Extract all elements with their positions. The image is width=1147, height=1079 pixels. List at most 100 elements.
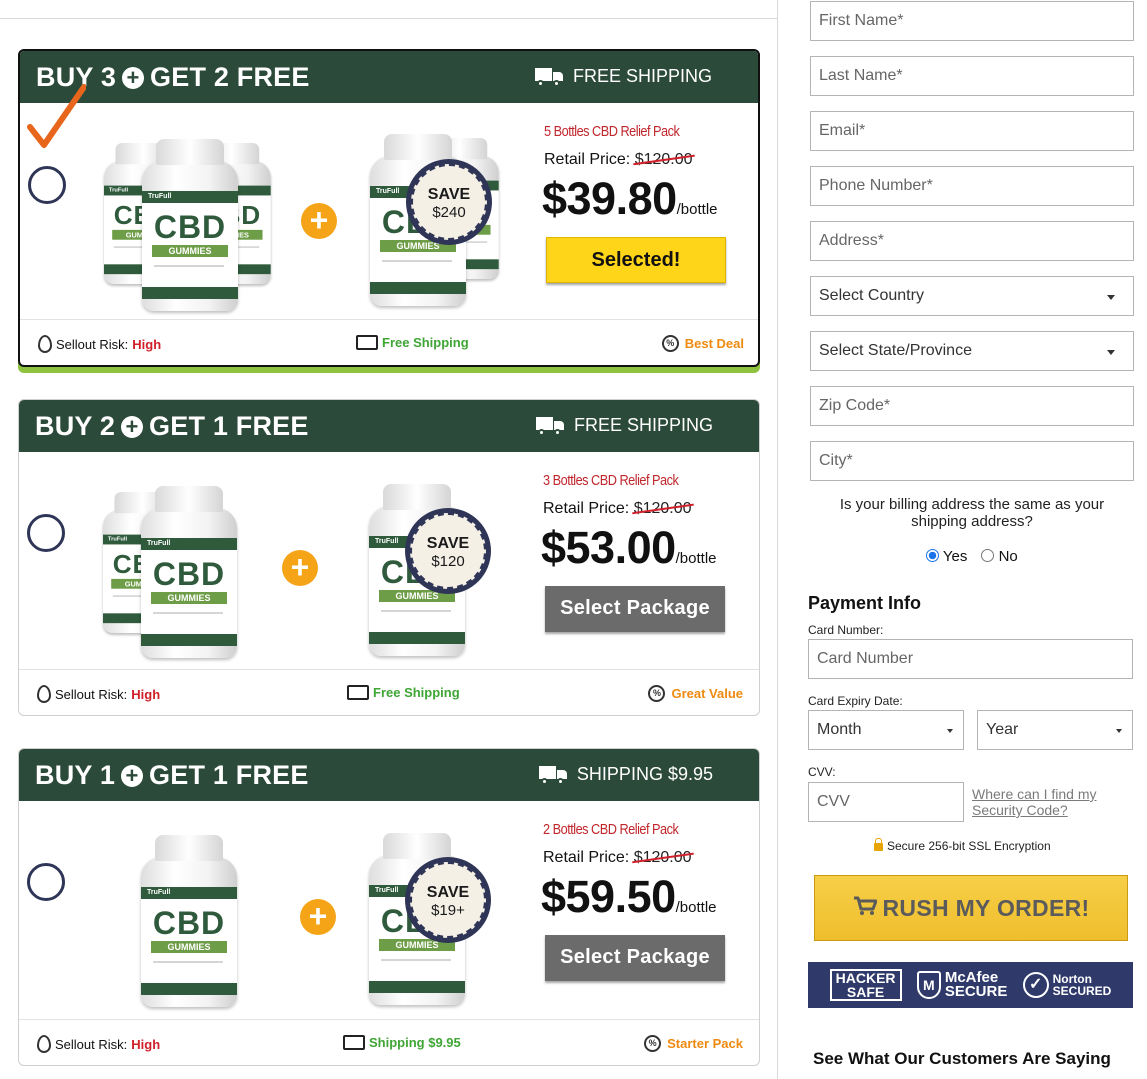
percent-icon: % (661, 335, 679, 352)
truck-icon (538, 765, 567, 785)
plus-orange-icon: + (301, 203, 337, 239)
country-select[interactable]: Select Country (810, 276, 1134, 316)
footer-tag: % Best Deal (661, 335, 744, 352)
checkmark-icon (27, 84, 86, 148)
radio-selected-icon[interactable] (926, 549, 939, 562)
card-number-label: Card Number: (808, 623, 884, 637)
package-column: BUY 3 + GET 2 FREE FREE SHIPPING TruFull… (0, 0, 778, 1079)
retail-price: Retail Price: $120.00 (544, 151, 693, 168)
shipping-header-text: FREE SHIPPING (573, 415, 713, 435)
package-card-buy3[interactable]: BUY 3 + GET 2 FREE FREE SHIPPING TruFull… (18, 49, 760, 367)
pack-name: 3 Bottles CBD Relief Pack (543, 472, 679, 489)
selected-button[interactable]: Selected! (546, 237, 726, 283)
flame-icon (37, 1035, 51, 1053)
cvv-input[interactable]: CVV (808, 782, 964, 822)
title-right: GET 1 FREE (149, 411, 309, 441)
billing-yes-option[interactable]: Yes (926, 548, 967, 565)
sellout-risk: Sellout Risk: High (37, 685, 160, 703)
rush-order-button[interactable]: RUSH MY ORDER! (814, 875, 1128, 941)
title-right: GET 1 FREE (149, 760, 309, 790)
expiry-year-select[interactable]: Year (977, 710, 1133, 750)
shipping-header: SHIPPING $9.95 (538, 764, 713, 785)
shipping-header: FREE SHIPPING (534, 66, 712, 87)
save-badge: SAVE $240 (406, 159, 492, 245)
package-footer: Sellout Risk: High Shipping $9.95 % Start… (19, 1019, 759, 1065)
flame-icon (38, 335, 52, 353)
percent-icon: % (644, 1035, 662, 1052)
plus-orange-icon: + (300, 899, 336, 935)
plus-icon: + (122, 66, 145, 89)
flame-icon (37, 685, 51, 703)
price-per-bottle: $39.80/bottle (542, 173, 718, 224)
last-name-field[interactable]: Last Name* (810, 56, 1134, 96)
cart-icon (853, 896, 877, 915)
plus-icon: + (121, 764, 144, 787)
percent-icon: % (648, 685, 666, 702)
expiry-label: Card Expiry Date: (808, 694, 903, 708)
trust-badges: HACKER SAFE M McAfee SECURE ✓ Norton SECURE… (808, 962, 1133, 1008)
truck-icon (343, 1035, 365, 1050)
customers-heading: See What Our Customers Are Saying (813, 1049, 1111, 1068)
lock-icon (874, 838, 883, 851)
sellout-risk: Sellout Risk: High (37, 1035, 160, 1053)
package-title: BUY 1 + GET 1 FREE (35, 760, 309, 791)
package-card-buy2[interactable]: BUY 2 + GET 1 FREE FREE SHIPPING TruFull… (18, 399, 760, 716)
package-header: BUY 2 + GET 1 FREE FREE SHIPPING (19, 400, 759, 452)
package-header: BUY 3 + GET 2 FREE FREE SHIPPING (20, 51, 758, 103)
truck-icon (534, 67, 563, 87)
card-number-input[interactable]: Card Number (808, 639, 1133, 679)
hacker-safe-badge: HACKER SAFE (829, 969, 902, 1001)
shipping-header-text: SHIPPING $9.95 (576, 764, 713, 784)
billing-question: Is your billing address the same as your… (839, 496, 1105, 530)
pack-name: 2 Bottles CBD Relief Pack (543, 821, 679, 838)
cvv-label: CVV: (808, 765, 836, 779)
product-bottle: TruFullCBDGUMMIES (142, 139, 238, 311)
plus-icon: + (121, 415, 144, 438)
title-right: GET 2 FREE (150, 62, 310, 92)
email-field[interactable]: Email* (810, 111, 1134, 151)
save-badge: SAVE $19+ (405, 857, 491, 943)
address-field[interactable]: Address* (810, 221, 1134, 261)
check-icon: ✓ (1022, 972, 1049, 998)
plus-orange-icon: + (282, 550, 318, 586)
sellout-risk: Sellout Risk: High (38, 335, 161, 353)
zip-field[interactable]: Zip Code* (810, 386, 1134, 426)
select-package-button[interactable]: Select Package (545, 586, 725, 632)
title-left: BUY 1 (35, 760, 116, 790)
payment-title: Payment Info (808, 593, 922, 613)
city-field[interactable]: City* (810, 441, 1134, 481)
truck-icon (356, 335, 378, 350)
product-bottle: TruFullCBDGUMMIES (141, 486, 237, 658)
billing-no-option[interactable]: No (981, 548, 1018, 565)
phone-field[interactable]: Phone Number* (810, 166, 1134, 206)
first-name-field[interactable]: First Name* (810, 1, 1134, 41)
product-bottle: TruFullCBDGUMMIES (141, 835, 237, 1007)
footer-shipping: Free Shipping (356, 335, 469, 350)
footer-shipping: Shipping $9.95 (343, 1035, 461, 1050)
shield-icon: M (916, 971, 941, 999)
price-per-bottle: $59.50/bottle (541, 871, 717, 922)
radio-icon[interactable] (981, 549, 995, 562)
expiry-month-select[interactable]: Month (808, 710, 964, 750)
package-card-buy1[interactable]: BUY 1 + GET 1 FREE SHIPPING $9.95 TruFul… (18, 748, 760, 1066)
select-package-button[interactable]: Select Package (545, 935, 725, 981)
package-footer: Sellout Risk: High Free Shipping % Great … (19, 669, 759, 715)
package-radio[interactable] (28, 166, 66, 204)
retail-price: Retail Price: $120.00 (543, 849, 692, 866)
shipping-header-text: FREE SHIPPING (572, 66, 712, 86)
state-select[interactable]: Select State/Province (810, 331, 1134, 371)
package-radio[interactable] (27, 863, 65, 901)
ssl-note: Secure 256-bit SSL Encryption (874, 838, 1051, 853)
retail-price: Retail Price: $120.00 (543, 500, 692, 517)
package-radio[interactable] (27, 514, 65, 552)
billing-radio-group: Yes No (926, 548, 1018, 565)
footer-tag: % Starter Pack (644, 1035, 743, 1052)
footer-tag: % Great Value (648, 685, 743, 702)
cvv-help-link[interactable]: Where can I find my Security Code? (972, 786, 1122, 818)
package-footer: Sellout Risk: High Free Shipping % Best D… (20, 319, 758, 365)
checkout-page: BUY 3 + GET 2 FREE FREE SHIPPING TruFull… (0, 0, 1147, 1079)
norton-badge: ✓ Norton SECURED (1022, 972, 1111, 998)
pack-name: 5 Bottles CBD Relief Pack (544, 123, 680, 140)
save-badge: SAVE $120 (405, 508, 491, 594)
package-title: BUY 2 + GET 1 FREE (35, 411, 309, 442)
